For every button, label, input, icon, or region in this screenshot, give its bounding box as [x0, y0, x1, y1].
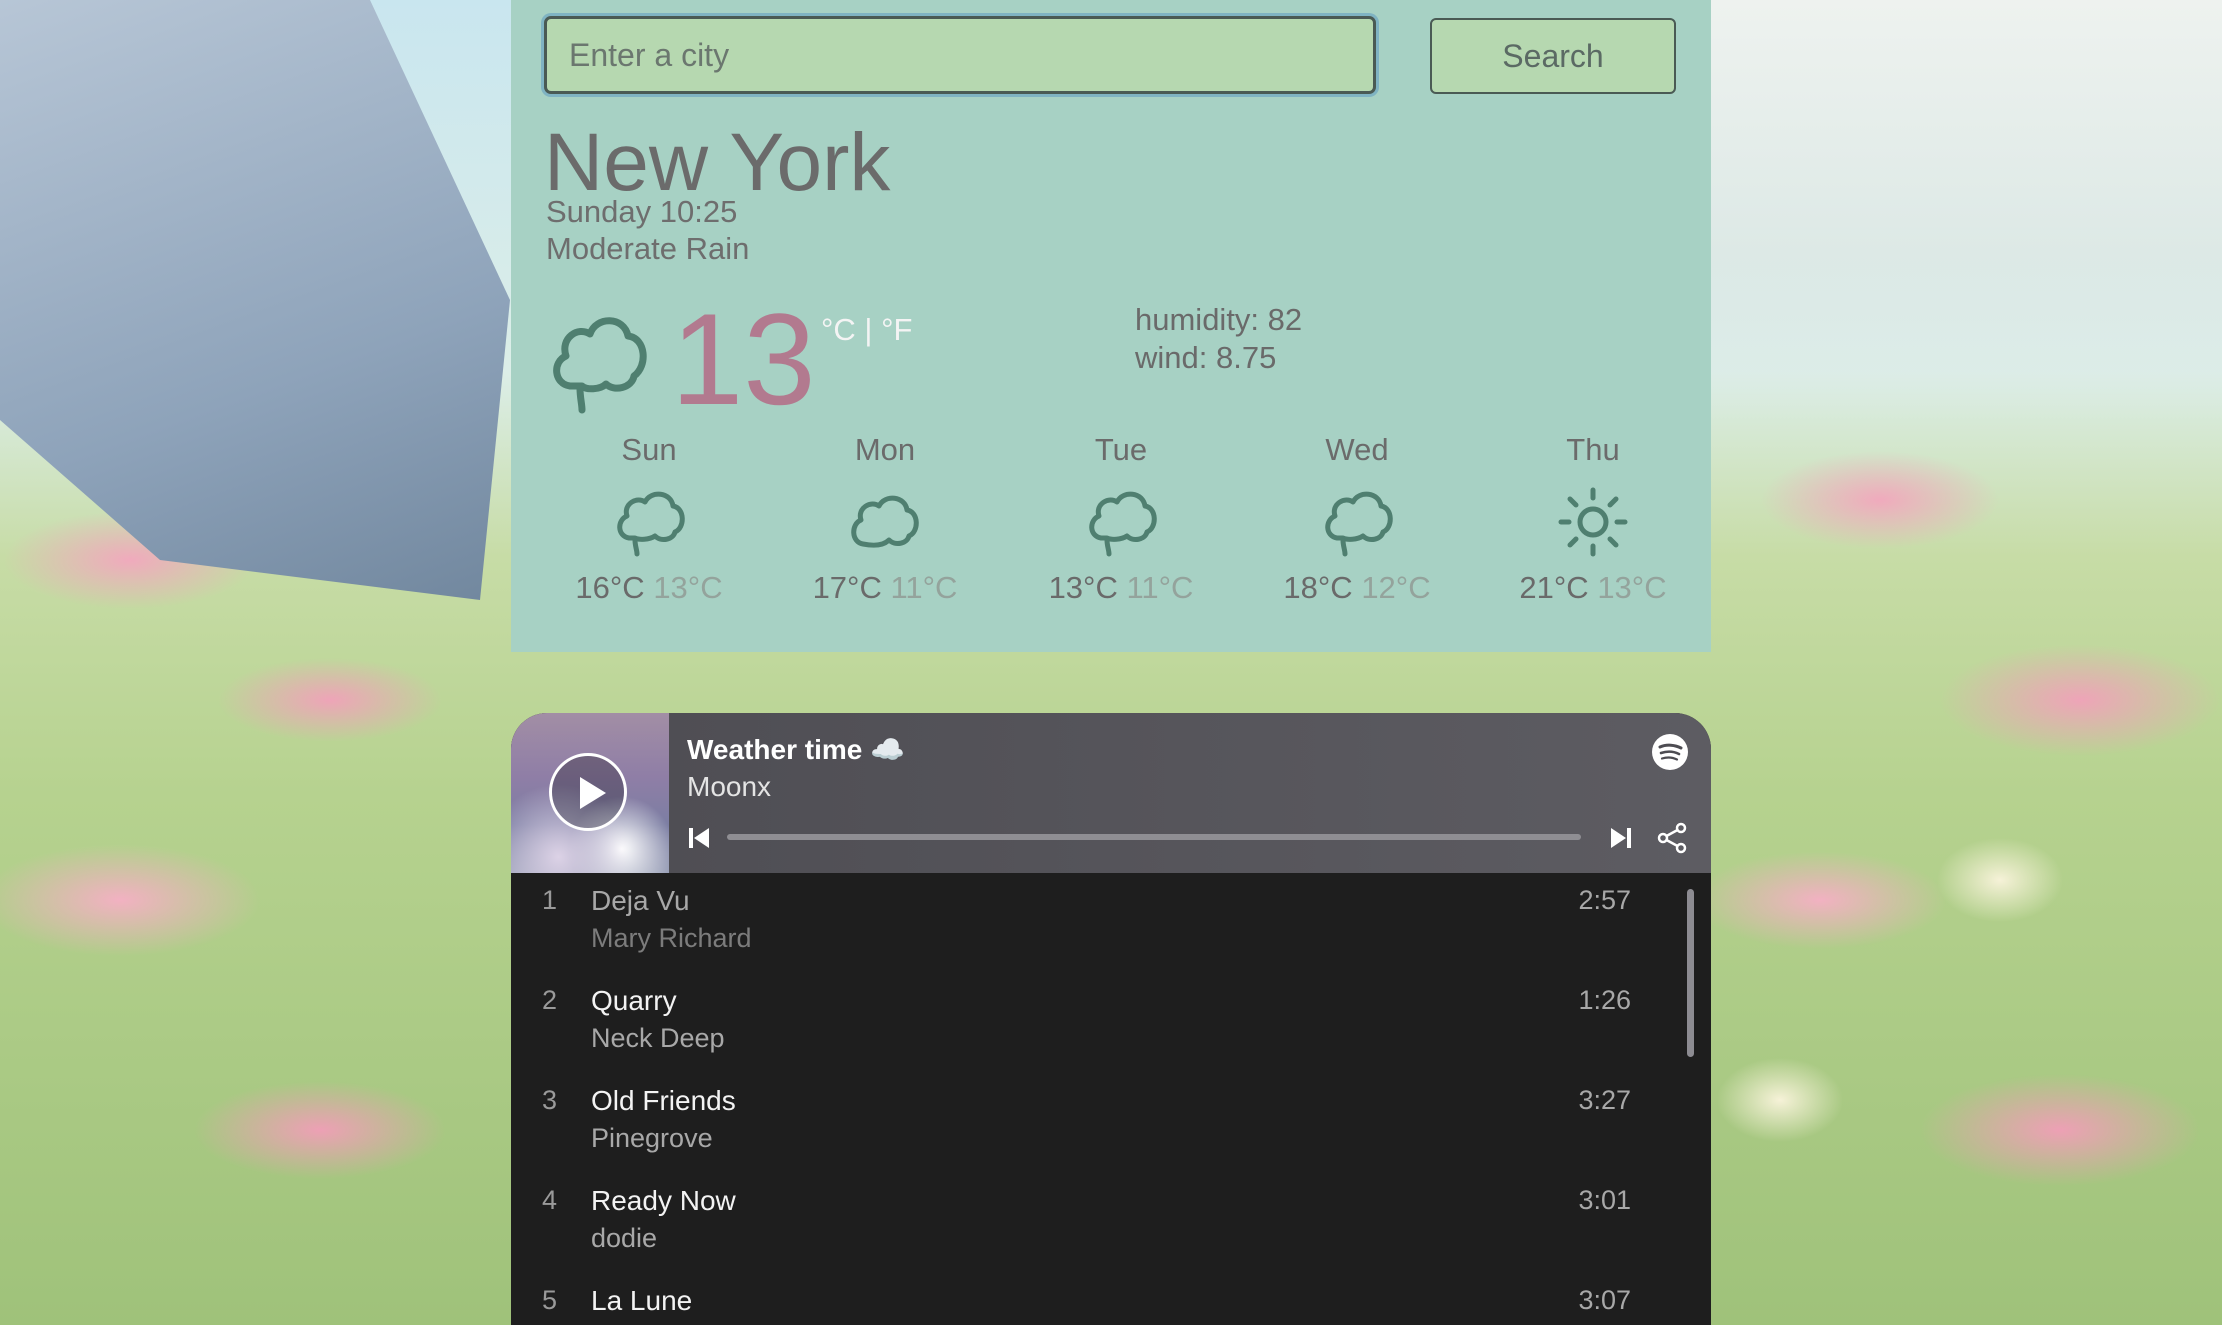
play-button[interactable]: [549, 753, 627, 831]
track-name: Quarry: [591, 985, 677, 1016]
forecast-high: 13°C: [1048, 570, 1118, 605]
play-icon: [580, 777, 606, 809]
forecast-temps: 17°C 11°C: [785, 570, 985, 606]
track-duration: 1:26: [1578, 985, 1631, 1015]
track-list: 1 Deja Vu Mary Richard 2:57 2 Quarry Nec…: [511, 873, 1711, 1325]
track-name: Ready Now: [591, 1185, 736, 1216]
track-name: Old Friends: [591, 1085, 736, 1116]
forecast-temps: 21°C 13°C: [1493, 570, 1693, 606]
forecast-day-name: Sun: [621, 432, 677, 467]
previous-track-icon[interactable]: [687, 826, 711, 850]
forecast-high: 18°C: [1283, 570, 1353, 605]
forecast-day-name: Tue: [1094, 432, 1148, 467]
spotify-icon[interactable]: [1651, 733, 1689, 771]
forecast-day: Sun 16°C 13°C: [549, 432, 749, 606]
track-duration: 3:01: [1578, 1185, 1631, 1215]
forecast-low: 13°C: [1597, 570, 1667, 605]
unit-toggle[interactable]: °C | °F: [821, 312, 912, 348]
forecast-day: Thu 21°C 13°C: [1493, 432, 1693, 606]
track-row[interactable]: 4 Ready Now dodie 3:01: [511, 1173, 1671, 1273]
track-number: 4: [542, 1185, 558, 1215]
forecast-temps: 18°C 12°C: [1257, 570, 1457, 606]
cloud-icon: [851, 495, 919, 548]
track-title[interactable]: Weather time ☁️: [687, 733, 905, 766]
track-row[interactable]: 3 Old Friends Pinegrove 3:27: [511, 1073, 1671, 1173]
background-umbrella: [0, 0, 510, 600]
city-search-input[interactable]: [544, 16, 1376, 94]
track-number: 1: [542, 885, 558, 915]
background-sky: [1702, 0, 2222, 420]
forecast-high: 16°C: [575, 570, 645, 605]
track-row[interactable]: 2 Quarry Neck Deep 1:26: [511, 973, 1671, 1073]
forecast: Sun 16°C 13°C Mon 17°C 11°C Tue 13°C 11°…: [511, 432, 1711, 632]
music-player: Weather time ☁️ Moonx 1 Deja Vu Mary Ric…: [511, 713, 1711, 1325]
track-artist-name: Neck Deep: [591, 1023, 725, 1053]
track-artist-name: dodie: [591, 1223, 658, 1253]
track-artist-name: Mary Richard: [591, 923, 752, 953]
forecast-high: 17°C: [812, 570, 882, 605]
track-number: 5: [542, 1285, 558, 1315]
search-button[interactable]: Search: [1430, 18, 1676, 94]
track-number: 3: [542, 1085, 558, 1115]
track-artist-name: Pinegrove: [591, 1123, 713, 1153]
forecast-low: 11°C: [1126, 570, 1194, 605]
player-header: Weather time ☁️ Moonx: [511, 713, 1711, 873]
share-icon[interactable]: [1655, 821, 1689, 855]
forecast-day-name: Mon: [854, 432, 916, 467]
forecast-low: 11°C: [890, 570, 958, 605]
progress-bar[interactable]: [727, 834, 1581, 840]
forecast-day-name: Wed: [1325, 432, 1389, 467]
track-row[interactable]: 5 La Lune 3:07: [511, 1273, 1671, 1325]
current-temperature: 13: [671, 286, 816, 432]
weather-condition: Moderate Rain: [546, 231, 750, 266]
album-art: [511, 713, 669, 873]
cloud-icon: [617, 491, 685, 557]
wind: wind: 8.75: [1135, 340, 1277, 375]
forecast-day-name: Thu: [1566, 432, 1620, 467]
cloud-icon: [1325, 491, 1393, 557]
forecast-low: 12°C: [1361, 570, 1431, 605]
sun-icon: [1558, 487, 1628, 557]
forecast-temps: 13°C 11°C: [1021, 570, 1221, 606]
forecast-temps: 16°C 13°C: [549, 570, 749, 606]
cloud-rain-icon: [553, 317, 647, 414]
track-duration: 3:07: [1578, 1285, 1631, 1315]
weather-card: Search New York Sunday 10:25 Moderate Ra…: [511, 0, 1711, 652]
humidity: humidity: 82: [1135, 302, 1303, 337]
track-number: 2: [542, 985, 558, 1015]
forecast-low: 13°C: [653, 570, 723, 605]
forecast-high: 21°C: [1519, 570, 1589, 605]
forecast-day: Tue 13°C 11°C: [1021, 432, 1221, 606]
tracklist-scrollbar[interactable]: [1687, 889, 1694, 1057]
date-time: Sunday 10:25: [546, 194, 738, 229]
forecast-day: Wed 18°C 12°C: [1257, 432, 1457, 606]
track-duration: 3:27: [1578, 1085, 1631, 1115]
track-duration: 2:57: [1578, 885, 1631, 915]
track-artist[interactable]: Moonx: [687, 771, 771, 803]
track-name: La Lune: [591, 1285, 693, 1316]
cloud-icon: [1089, 491, 1157, 557]
forecast-day: Mon 17°C 11°C: [785, 432, 985, 606]
track-name: Deja Vu: [591, 885, 690, 916]
track-row[interactable]: 1 Deja Vu Mary Richard 2:57: [511, 873, 1671, 973]
next-track-icon[interactable]: [1609, 826, 1633, 850]
